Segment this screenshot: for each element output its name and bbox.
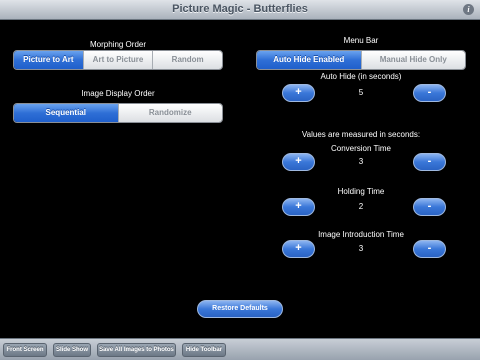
morph-option-art-to-picture[interactable]: Art to Picture — [82, 51, 153, 69]
menu-option-manual-hide[interactable]: Manual Hide Only — [360, 51, 465, 69]
auto-hide-increase-button[interactable]: + — [282, 84, 315, 102]
display-option-sequential[interactable]: Sequential — [14, 104, 118, 122]
display-order-label: Image Display Order — [81, 89, 155, 98]
intro-increase-button[interactable]: + — [282, 240, 315, 258]
morph-option-random[interactable]: Random — [152, 51, 222, 69]
conversion-increase-button[interactable]: + — [282, 153, 315, 171]
page-title: Picture Magic - Butterflies — [172, 3, 308, 15]
title-bar: Picture Magic - Butterflies i — [0, 0, 480, 20]
save-all-images-button[interactable]: Save All Images to Photos — [97, 343, 176, 357]
slide-show-button[interactable]: Slide Show — [53, 343, 91, 357]
bottom-toolbar: Front Screen Slide Show Save All Images … — [0, 338, 480, 360]
holding-decrease-button[interactable]: - — [413, 198, 446, 216]
holding-increase-button[interactable]: + — [282, 198, 315, 216]
auto-hide-label: Auto Hide (in seconds) — [320, 72, 402, 81]
morphing-order-label: Morphing Order — [89, 40, 147, 49]
conversion-time-label: Conversion Time — [330, 144, 392, 153]
display-option-randomize[interactable]: Randomize — [117, 104, 222, 122]
intro-decrease-button[interactable]: - — [413, 240, 446, 258]
holding-value: 2 — [358, 202, 364, 211]
restore-defaults-button[interactable]: Restore Defaults — [197, 300, 283, 318]
holding-time-label: Holding Time — [337, 187, 385, 196]
intro-value: 3 — [358, 244, 364, 253]
display-order-control: Sequential Randomize — [13, 103, 223, 123]
intro-time-label: Image Introduction Time — [318, 230, 404, 239]
menu-bar-label: Menu Bar — [343, 36, 379, 45]
info-icon[interactable]: i — [463, 4, 474, 15]
auto-hide-value: 5 — [358, 88, 364, 97]
front-screen-button[interactable]: Front Screen — [3, 343, 47, 357]
morphing-order-control: Picture to Art Art to Picture Random — [13, 50, 223, 70]
auto-hide-decrease-button[interactable]: - — [413, 84, 446, 102]
morph-option-picture-to-art[interactable]: Picture to Art — [14, 51, 83, 69]
conversion-decrease-button[interactable]: - — [413, 153, 446, 171]
conversion-value: 3 — [358, 157, 364, 166]
seconds-note: Values are measured in seconds: — [301, 130, 421, 139]
menu-bar-control: Auto Hide Enabled Manual Hide Only — [256, 50, 466, 70]
hide-toolbar-button[interactable]: Hide Toolbar — [182, 343, 226, 357]
menu-option-auto-hide[interactable]: Auto Hide Enabled — [257, 51, 361, 69]
